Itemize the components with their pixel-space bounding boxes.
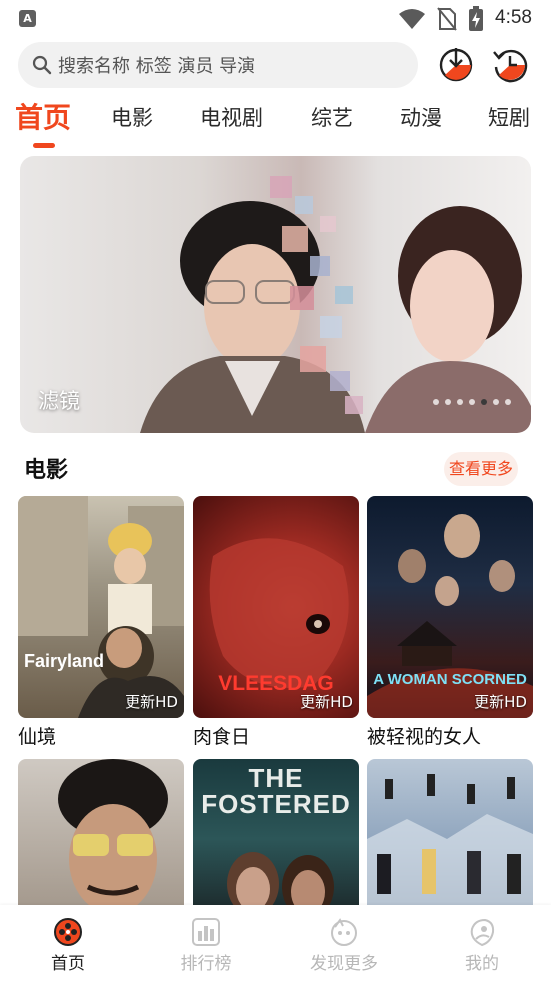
- nav-home[interactable]: 首页: [18, 917, 118, 974]
- movie-card[interactable]: A WOMAN SCORNED 更新HD 被轻视的女人: [367, 496, 533, 749]
- movie-poster[interactable]: A WOMAN SCORNED 更新HD: [367, 496, 533, 718]
- carousel-dot[interactable]: [457, 399, 463, 405]
- update-badge: 更新HD: [125, 693, 178, 711]
- poster-art: [367, 774, 533, 905]
- carousel-dot[interactable]: [433, 399, 439, 405]
- movie-card[interactable]: [367, 759, 533, 905]
- nav-label: 排行榜: [180, 954, 232, 974]
- poster-title: A WOMAN SCORNED: [373, 671, 527, 688]
- tab-variety[interactable]: 综艺: [311, 96, 353, 140]
- carousel-dot[interactable]: [493, 399, 499, 405]
- nav-profile[interactable]: 我的: [432, 917, 532, 974]
- movie-poster[interactable]: [367, 759, 533, 905]
- battery-charging-icon: [469, 6, 483, 31]
- category-tabs: 首页 电影 电视剧 综艺 动漫 短剧: [0, 96, 551, 146]
- movie-card[interactable]: VLEESDAG 更新HD 肉食日: [193, 496, 359, 749]
- download-icon[interactable]: [437, 45, 475, 83]
- search-placeholder: 搜索名称 标签 演员 导演: [58, 56, 256, 77]
- update-badge: 更新HD: [474, 693, 527, 711]
- profile-icon: [470, 918, 495, 947]
- banner-caption: 滤镜: [38, 389, 80, 413]
- tab-home[interactable]: 首页: [15, 96, 71, 140]
- active-tab-indicator: [33, 143, 55, 148]
- tab-anime[interactable]: 动漫: [400, 96, 442, 140]
- nav-label: 首页: [51, 954, 85, 974]
- featured-banner[interactable]: 滤镜: [20, 156, 531, 433]
- carousel-dot[interactable]: [505, 399, 511, 405]
- nav-ranking[interactable]: 排行榜: [156, 917, 256, 974]
- section-title: 电影: [24, 458, 69, 483]
- nav-discover[interactable]: 发现更多: [294, 917, 394, 974]
- poster-title: Fairyland: [24, 651, 105, 671]
- home-icon: [54, 918, 82, 946]
- movie-poster[interactable]: THE FOSTERED: [193, 759, 359, 905]
- movie-poster[interactable]: VLEESDAG 更新HD: [193, 496, 359, 718]
- app-notification-icon: A: [19, 10, 36, 27]
- nav-label: 发现更多: [310, 954, 378, 974]
- clock: 4:58: [495, 7, 532, 28]
- movie-title[interactable]: 肉食日: [193, 722, 359, 749]
- movie-title[interactable]: 仙境: [18, 722, 184, 749]
- search-icon: [32, 55, 52, 75]
- view-more-button[interactable]: 查看更多: [444, 452, 518, 486]
- movie-card[interactable]: THE FOSTERED: [193, 759, 359, 905]
- movie-poster[interactable]: [18, 759, 184, 905]
- status-bar: A 4:58: [0, 0, 551, 38]
- nav-label: 我的: [465, 954, 499, 974]
- discover-icon: [331, 918, 357, 946]
- wifi-icon: [399, 9, 425, 29]
- poster-title: THE FOSTERED: [201, 763, 351, 819]
- movie-card[interactable]: [18, 759, 184, 905]
- banner-image: [140, 176, 531, 433]
- movie-title[interactable]: 被轻视的女人: [367, 722, 533, 749]
- tab-movies[interactable]: 电影: [111, 96, 153, 140]
- carousel-dot[interactable]: [445, 399, 451, 405]
- carousel-dots: [433, 399, 511, 405]
- update-badge: 更新HD: [300, 693, 353, 711]
- search-input[interactable]: 搜索名称 标签 演员 导演: [18, 42, 418, 88]
- ranking-icon: [192, 918, 220, 946]
- carousel-dot[interactable]: [469, 399, 475, 405]
- poster-art: [58, 759, 168, 905]
- no-sim-icon: [437, 7, 457, 31]
- history-icon[interactable]: [491, 45, 529, 83]
- tab-tv-series[interactable]: 电视剧: [200, 96, 263, 140]
- poster-art: [18, 496, 184, 718]
- movie-card[interactable]: Fairyland 更新HD 仙境: [18, 496, 184, 749]
- tab-short-drama[interactable]: 短剧: [488, 96, 530, 140]
- carousel-dot-active[interactable]: [481, 399, 487, 405]
- movie-poster[interactable]: Fairyland 更新HD: [18, 496, 184, 718]
- bottom-navigation: 首页 排行榜 发现更多 我的: [0, 905, 551, 981]
